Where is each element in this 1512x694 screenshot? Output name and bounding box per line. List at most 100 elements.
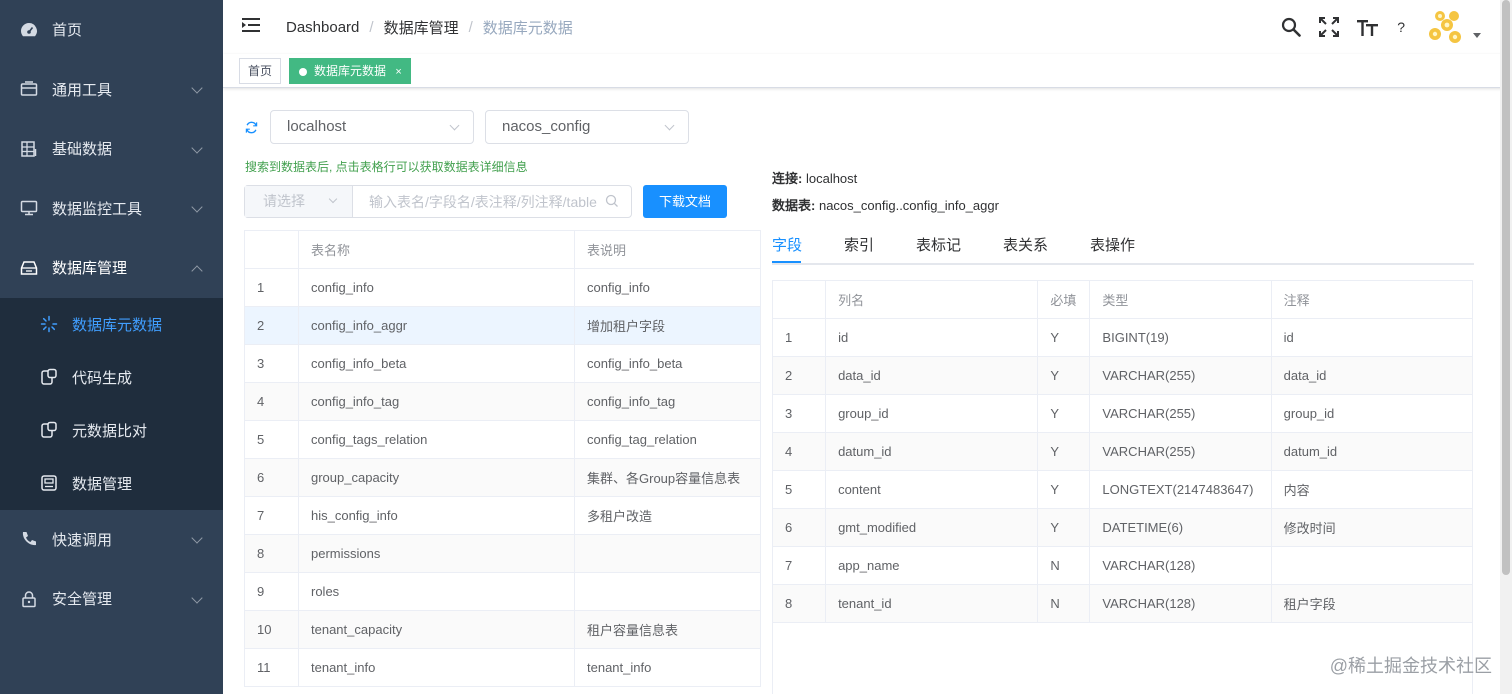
table-cell: 多租户改造 bbox=[574, 496, 761, 535]
close-icon[interactable]: × bbox=[395, 66, 401, 78]
table-cell: 租户容量信息表 bbox=[574, 610, 761, 649]
table-cell: 内容 bbox=[1271, 470, 1474, 509]
sidebar-subitem-codegen[interactable]: 代码生成 bbox=[0, 351, 223, 404]
tools-icon bbox=[20, 80, 38, 98]
table-cell: 10 bbox=[244, 610, 299, 649]
search-icon[interactable] bbox=[1281, 17, 1302, 37]
sidebar-item-security[interactable]: 安全管理 bbox=[0, 569, 223, 629]
table-row[interactable]: 4 config_info_tag config_info_tag bbox=[244, 382, 761, 421]
tag-home[interactable]: 首页 bbox=[239, 58, 282, 84]
page-scrollbar[interactable] bbox=[1500, 0, 1512, 694]
table-row[interactable]: 2 config_info_aggr 增加租户字段 bbox=[244, 306, 761, 345]
table-cell bbox=[574, 534, 761, 573]
table-cell: Y bbox=[1037, 318, 1091, 357]
search-icon[interactable] bbox=[605, 194, 619, 213]
sidebar-item-tools[interactable]: 通用工具 bbox=[0, 60, 223, 120]
scrollbar-thumb[interactable] bbox=[1502, 0, 1510, 575]
tab-fields[interactable]: 字段 bbox=[772, 234, 802, 255]
table-cell: tenant_id bbox=[825, 584, 1039, 623]
table-cell: 增加租户字段 bbox=[574, 306, 761, 345]
sidebar-subitem-data-manage[interactable]: 数据管理 bbox=[0, 457, 223, 510]
table-row[interactable]: 9 roles bbox=[244, 572, 761, 611]
sidebar-item-quick-call[interactable]: 快速调用 bbox=[0, 510, 223, 570]
table-cell: datum_id bbox=[825, 432, 1039, 471]
table-row: 3 group_id Y VARCHAR(255) group_id bbox=[772, 394, 1474, 433]
caret-down-icon bbox=[1473, 33, 1481, 38]
font-size-icon[interactable] bbox=[1357, 17, 1379, 37]
sidebar-item-base-data[interactable]: 基础数据 bbox=[0, 119, 223, 179]
table-row[interactable]: 5 config_tags_relation config_tag_relation bbox=[244, 420, 761, 459]
sidebar-item-label: 通用工具 bbox=[52, 81, 113, 99]
breadcrumb-database[interactable]: 数据库管理 bbox=[384, 17, 459, 38]
table-icon bbox=[20, 140, 38, 158]
table-row[interactable]: 11 tenant_info tenant_info bbox=[244, 648, 761, 687]
table-row: 6 gmt_modified Y DATETIME(6) 修改时间 bbox=[772, 508, 1474, 547]
chevron-down-icon bbox=[191, 532, 203, 544]
chevron-down-icon bbox=[191, 82, 203, 94]
sidebar-subitem-label: 代码生成 bbox=[72, 369, 133, 387]
breadcrumb-separator: / bbox=[369, 18, 374, 36]
avatar[interactable] bbox=[1427, 7, 1481, 47]
navbar: Dashboard / 数据库管理 / 数据库元数据 ? bbox=[223, 0, 1512, 54]
table-cell: config_tag_relation bbox=[574, 420, 761, 459]
sidebar-subitem-label: 元数据比对 bbox=[72, 422, 148, 440]
database-select[interactable]: nacos_config bbox=[485, 110, 689, 144]
fullscreen-icon[interactable] bbox=[1319, 17, 1340, 37]
table-row[interactable]: 1 config_info config_info bbox=[244, 268, 761, 307]
table-row[interactable]: 8 permissions bbox=[244, 534, 761, 573]
tab-operations[interactable]: 表操作 bbox=[1090, 234, 1135, 255]
table-row[interactable]: 7 his_config_info 多租户改造 bbox=[244, 496, 761, 535]
help-icon[interactable]: ? bbox=[1397, 19, 1405, 35]
table-row[interactable]: 10 tenant_capacity 租户容量信息表 bbox=[244, 610, 761, 649]
table-row[interactable]: 6 group_capacity 集群、各Group容量信息表 bbox=[244, 458, 761, 497]
detail-tabs: 字段 索引 表标记 表关系 表操作 bbox=[772, 230, 1474, 265]
table-row: 8 tenant_id N VARCHAR(128) 租户字段 bbox=[772, 584, 1474, 623]
search-input[interactable] bbox=[353, 186, 631, 217]
database-select-value: nacos_config bbox=[502, 118, 591, 135]
table-row: 1 id Y BIGINT(19) id bbox=[772, 318, 1474, 357]
breadcrumb: Dashboard / 数据库管理 / 数据库元数据 bbox=[286, 17, 573, 38]
sidebar-item-home[interactable]: 首页 bbox=[0, 0, 223, 60]
table-cell: Y bbox=[1037, 470, 1091, 509]
chevron-down-icon bbox=[449, 120, 460, 131]
table-cell: 租户字段 bbox=[1271, 584, 1474, 623]
table-cell: N bbox=[1037, 584, 1091, 623]
table-header-row: 表名称 表说明 bbox=[244, 230, 761, 269]
table-cell: app_name bbox=[825, 546, 1039, 585]
table-cell bbox=[574, 572, 761, 611]
sidebar-subitem-compare[interactable]: 元数据比对 bbox=[0, 404, 223, 457]
search-type-placeholder: 请选择 bbox=[263, 193, 305, 209]
table-cell: VARCHAR(255) bbox=[1089, 394, 1272, 433]
search-type-select[interactable]: 请选择 bbox=[245, 186, 353, 217]
right-menu: ? bbox=[1263, 0, 1481, 54]
table-cell: tenant_info bbox=[574, 648, 761, 687]
tag-metadata[interactable]: 数据库元数据 × bbox=[289, 58, 411, 84]
table-cell: 11 bbox=[244, 648, 299, 687]
table-header: 注释 bbox=[1271, 280, 1474, 319]
tab-indexes[interactable]: 索引 bbox=[844, 234, 874, 255]
table-row[interactable]: 3 config_info_beta config_info_beta bbox=[244, 344, 761, 383]
table-info: 数据表: nacos_config..config_info_aggr bbox=[772, 195, 999, 214]
table-label: 数据表: bbox=[772, 198, 816, 213]
sidebar-item-label: 数据库管理 bbox=[52, 260, 128, 278]
breadcrumb-dashboard[interactable]: Dashboard bbox=[286, 19, 359, 36]
sidebar-item-label: 基础数据 bbox=[52, 141, 113, 159]
tab-marks[interactable]: 表标记 bbox=[916, 234, 961, 255]
tab-relations[interactable]: 表关系 bbox=[1003, 234, 1048, 255]
table-cell: 3 bbox=[244, 344, 299, 383]
hamburger-icon[interactable] bbox=[242, 17, 260, 38]
sidebar-item-database[interactable]: 数据库管理 bbox=[0, 238, 223, 298]
connection-select[interactable]: localhost bbox=[270, 110, 474, 144]
watermark: @稀土掘金技术社区 bbox=[1329, 656, 1492, 676]
table-header: 列名 bbox=[825, 280, 1039, 319]
sidebar-subitem-metadata[interactable]: 数据库元数据 bbox=[0, 298, 223, 351]
table-cell: 6 bbox=[772, 508, 827, 547]
download-doc-button[interactable]: 下载文档 bbox=[643, 185, 727, 218]
table-cell: VARCHAR(128) bbox=[1089, 546, 1272, 585]
table-cell: tenant_info bbox=[298, 648, 575, 687]
compare-icon bbox=[40, 421, 58, 439]
refresh-icon[interactable] bbox=[245, 121, 258, 139]
table-cell: config_info bbox=[298, 268, 575, 307]
sidebar-item-monitor[interactable]: 数据监控工具 bbox=[0, 179, 223, 239]
table-cell: config_tags_relation bbox=[298, 420, 575, 459]
